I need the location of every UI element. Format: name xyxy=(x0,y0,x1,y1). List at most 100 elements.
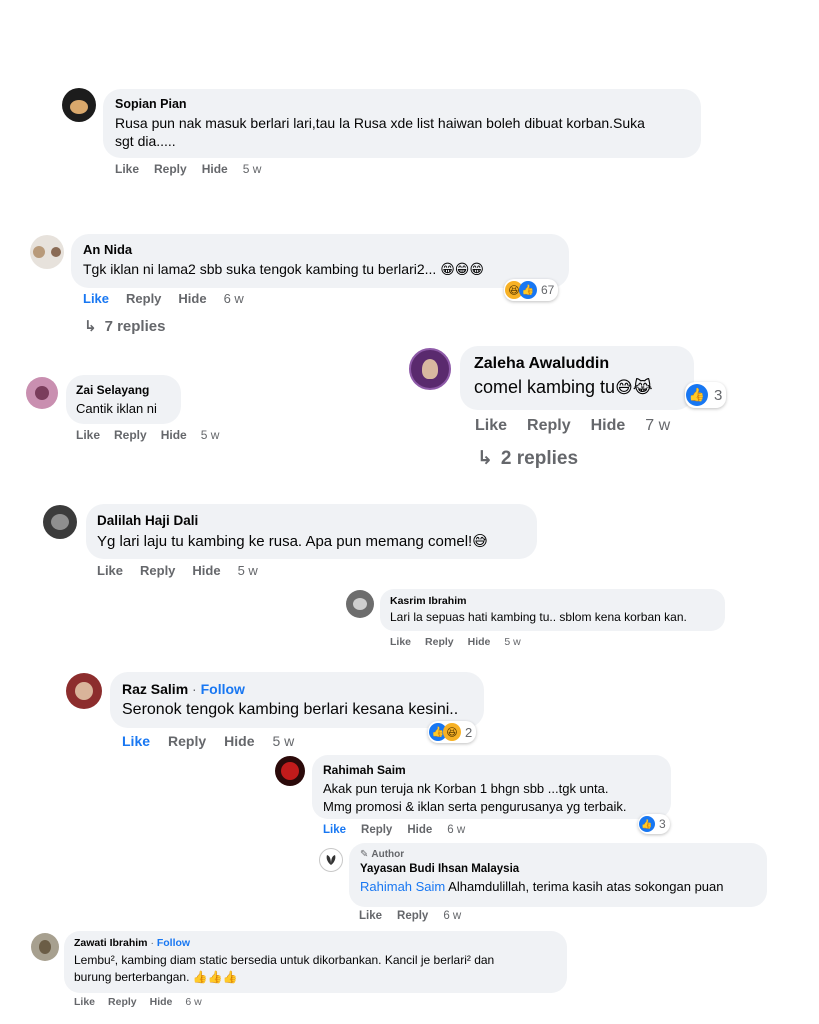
hide-button[interactable]: Hide xyxy=(192,563,220,578)
timestamp[interactable]: 7 w xyxy=(645,417,670,435)
avatar[interactable] xyxy=(31,933,59,961)
timestamp[interactable]: 6 w xyxy=(185,996,201,1008)
comment-actions: Like Reply Hide 6 w xyxy=(74,996,202,1008)
reply-arrow-icon: ↳ xyxy=(84,318,97,335)
like-button[interactable]: Like xyxy=(97,563,123,578)
comment-bubble: Zaleha Awaluddin comel kambing tu😅😹 xyxy=(460,346,694,410)
reply-button[interactable]: Reply xyxy=(126,291,161,306)
timestamp[interactable]: 5 w xyxy=(504,636,520,648)
hide-button[interactable]: Hide xyxy=(407,824,432,836)
comment-author[interactable]: Zai Selayang xyxy=(76,383,171,397)
avatar[interactable] xyxy=(62,88,96,122)
reply-button[interactable]: Reply xyxy=(397,910,428,922)
timestamp[interactable]: 6 w xyxy=(443,910,461,922)
comment-author[interactable]: Raz Salim xyxy=(122,681,188,697)
hide-button[interactable]: Hide xyxy=(468,636,491,648)
comment-author[interactable]: An Nida xyxy=(83,242,557,257)
timestamp[interactable]: 5 w xyxy=(243,162,262,176)
avatar[interactable] xyxy=(275,756,305,786)
comment-bubble: Raz Salim · Follow Seronok tengok kambin… xyxy=(110,672,484,728)
avatar[interactable] xyxy=(409,348,451,390)
view-replies-link[interactable]: ↳ 2 replies xyxy=(477,447,578,470)
comment-author[interactable]: Sopian Pian xyxy=(115,97,689,111)
timestamp[interactable]: 5 w xyxy=(201,428,220,442)
comment-text-line: Rahimah Saim Alhamdulillah, terima kasih… xyxy=(360,879,756,894)
reply-button[interactable]: Reply xyxy=(168,733,206,749)
like-button[interactable]: Like xyxy=(122,733,150,749)
comment-actions: Like Reply Hide 5 w xyxy=(97,563,258,578)
comment-author[interactable]: Dalilah Haji Dali xyxy=(97,513,526,528)
like-reaction-icon: 👍 xyxy=(639,816,655,832)
view-replies-link[interactable]: ↳ 7 replies xyxy=(84,317,165,336)
like-button[interactable]: Like xyxy=(475,417,507,435)
comment-text-line: Yg lari laju tu kambing ke rusa. Apa pun… xyxy=(97,532,526,550)
follow-button[interactable]: Follow xyxy=(201,681,245,697)
reply-button[interactable]: Reply xyxy=(425,636,454,648)
timestamp[interactable]: 5 w xyxy=(272,733,294,749)
mention-link[interactable]: Rahimah Saim xyxy=(360,879,445,894)
reply-button[interactable]: Reply xyxy=(154,162,187,176)
avatar[interactable] xyxy=(346,590,374,618)
comment-actions: Like Reply Hide 5 w xyxy=(122,733,294,749)
timestamp[interactable]: 5 w xyxy=(238,563,258,578)
reply-arrow-icon: ↳ xyxy=(477,448,493,469)
hide-button[interactable]: Hide xyxy=(150,996,173,1008)
hide-button[interactable]: Hide xyxy=(591,417,626,435)
pen-icon: ✎ xyxy=(360,849,369,860)
comment-actions: Like Reply Hide 6 w xyxy=(83,291,244,306)
hide-button[interactable]: Hide xyxy=(178,291,206,306)
author-badge-label: Author xyxy=(371,849,405,860)
avatar[interactable] xyxy=(66,673,102,709)
comment-text: Lembu², kambing diam static bersedia unt… xyxy=(74,953,495,967)
like-button[interactable]: Like xyxy=(323,824,346,836)
like-button[interactable]: Like xyxy=(83,291,109,306)
comment-text: Akak pun teruja nk Korban 1 bhgn sbb ...… xyxy=(323,781,609,796)
reply-button[interactable]: Reply xyxy=(527,417,571,435)
comment-text: Tgk iklan ni lama2 sbb suka tengok kambi… xyxy=(83,261,437,277)
comment-bubble: Zawati Ibrahim · Follow Lembu², kambing … xyxy=(64,931,567,993)
avatar[interactable] xyxy=(30,235,64,269)
reply-button[interactable]: Reply xyxy=(108,996,137,1008)
comment-header: Zawati Ibrahim · Follow xyxy=(74,937,557,949)
replies-count: 2 replies xyxy=(500,447,579,469)
comment-author[interactable]: Zawati Ibrahim xyxy=(74,937,148,949)
reaction-summary[interactable]: 👍 😆 2 xyxy=(428,721,477,743)
reaction-summary[interactable]: 👍 3 xyxy=(685,382,727,408)
like-button[interactable]: Like xyxy=(115,162,139,176)
comment-author[interactable]: Yayasan Budi Ihsan Malaysia xyxy=(360,863,756,875)
comment-text: comel kambing tu xyxy=(474,377,616,397)
comment-text-line: burung berterbangan. 👍👍👍 xyxy=(74,970,557,984)
comment-bubble: Kasrim Ibrahim Lari la sepuas hati kambi… xyxy=(380,589,725,631)
like-button[interactable]: Like xyxy=(359,910,382,922)
follow-button[interactable]: Follow xyxy=(157,937,190,949)
hide-button[interactable]: Hide xyxy=(202,162,228,176)
like-button[interactable]: Like xyxy=(390,636,411,648)
reaction-summary[interactable]: 👍 3 xyxy=(638,814,670,834)
timestamp[interactable]: 6 w xyxy=(447,824,465,836)
avatar[interactable] xyxy=(319,848,343,872)
hide-button[interactable]: Hide xyxy=(161,428,187,442)
reaction-summary[interactable]: 😆 👍 67 xyxy=(504,279,559,301)
reaction-count: 3 xyxy=(714,386,723,404)
separator-dot: · xyxy=(192,681,197,697)
comment-text: Alhamdulillah, terima kasih atas sokonga… xyxy=(445,879,724,894)
comment-text: Cantik iklan ni xyxy=(76,401,157,416)
like-button[interactable]: Like xyxy=(74,996,95,1008)
avatar[interactable] xyxy=(43,505,77,539)
comment-actions: Like Reply Hide 5 w xyxy=(76,428,219,442)
reply-button[interactable]: Reply xyxy=(114,428,147,442)
emoji-laugh: 😅😹 xyxy=(615,378,653,397)
emoji-smile: 😅 xyxy=(472,533,488,550)
timestamp[interactable]: 6 w xyxy=(224,291,244,306)
comment-text: Yg lari laju tu kambing ke rusa. Apa pun… xyxy=(97,533,473,550)
reply-button[interactable]: Reply xyxy=(140,563,175,578)
like-button[interactable]: Like xyxy=(76,428,100,442)
comment-author[interactable]: Kasrim Ibrahim xyxy=(390,595,715,607)
reply-button[interactable]: Reply xyxy=(361,824,392,836)
hide-button[interactable]: Hide xyxy=(224,733,254,749)
comment-author[interactable]: Zaleha Awaluddin xyxy=(474,355,680,373)
comment-text: sgt dia..... xyxy=(115,133,176,149)
comment-text-line: Tgk iklan ni lama2 sbb suka tengok kambi… xyxy=(83,261,557,278)
avatar[interactable] xyxy=(26,377,58,409)
comment-author[interactable]: Rahimah Saim xyxy=(323,763,660,777)
